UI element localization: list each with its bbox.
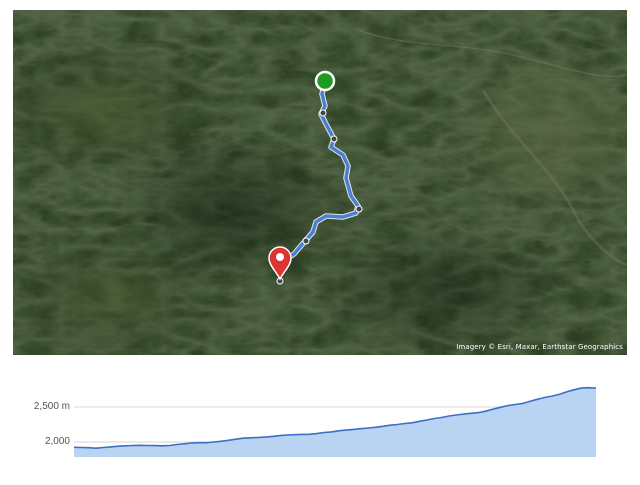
- waypoint-marker[interactable]: [355, 205, 363, 213]
- elevation-profile[interactable]: 2,500 m 2,000: [0, 370, 640, 480]
- waypoint-marker[interactable]: [330, 135, 338, 143]
- elevation-area: [74, 387, 596, 457]
- map-canvas[interactable]: [13, 10, 627, 355]
- elevation-tick-label: 2,000: [44, 436, 70, 447]
- waypoint-marker[interactable]: [319, 109, 327, 117]
- start-green-dot-icon[interactable]: [314, 70, 336, 92]
- elevation-chart[interactable]: [0, 370, 640, 480]
- satellite-map[interactable]: Imagery © Esri, Maxar, Earthstar Geograp…: [13, 10, 627, 355]
- elevation-tick-label: 2,500 m: [33, 401, 70, 412]
- terrain-shadow: [303, 220, 583, 355]
- map-attribution: Imagery © Esri, Maxar, Earthstar Geograp…: [456, 343, 623, 351]
- waypoint-marker[interactable]: [302, 237, 310, 245]
